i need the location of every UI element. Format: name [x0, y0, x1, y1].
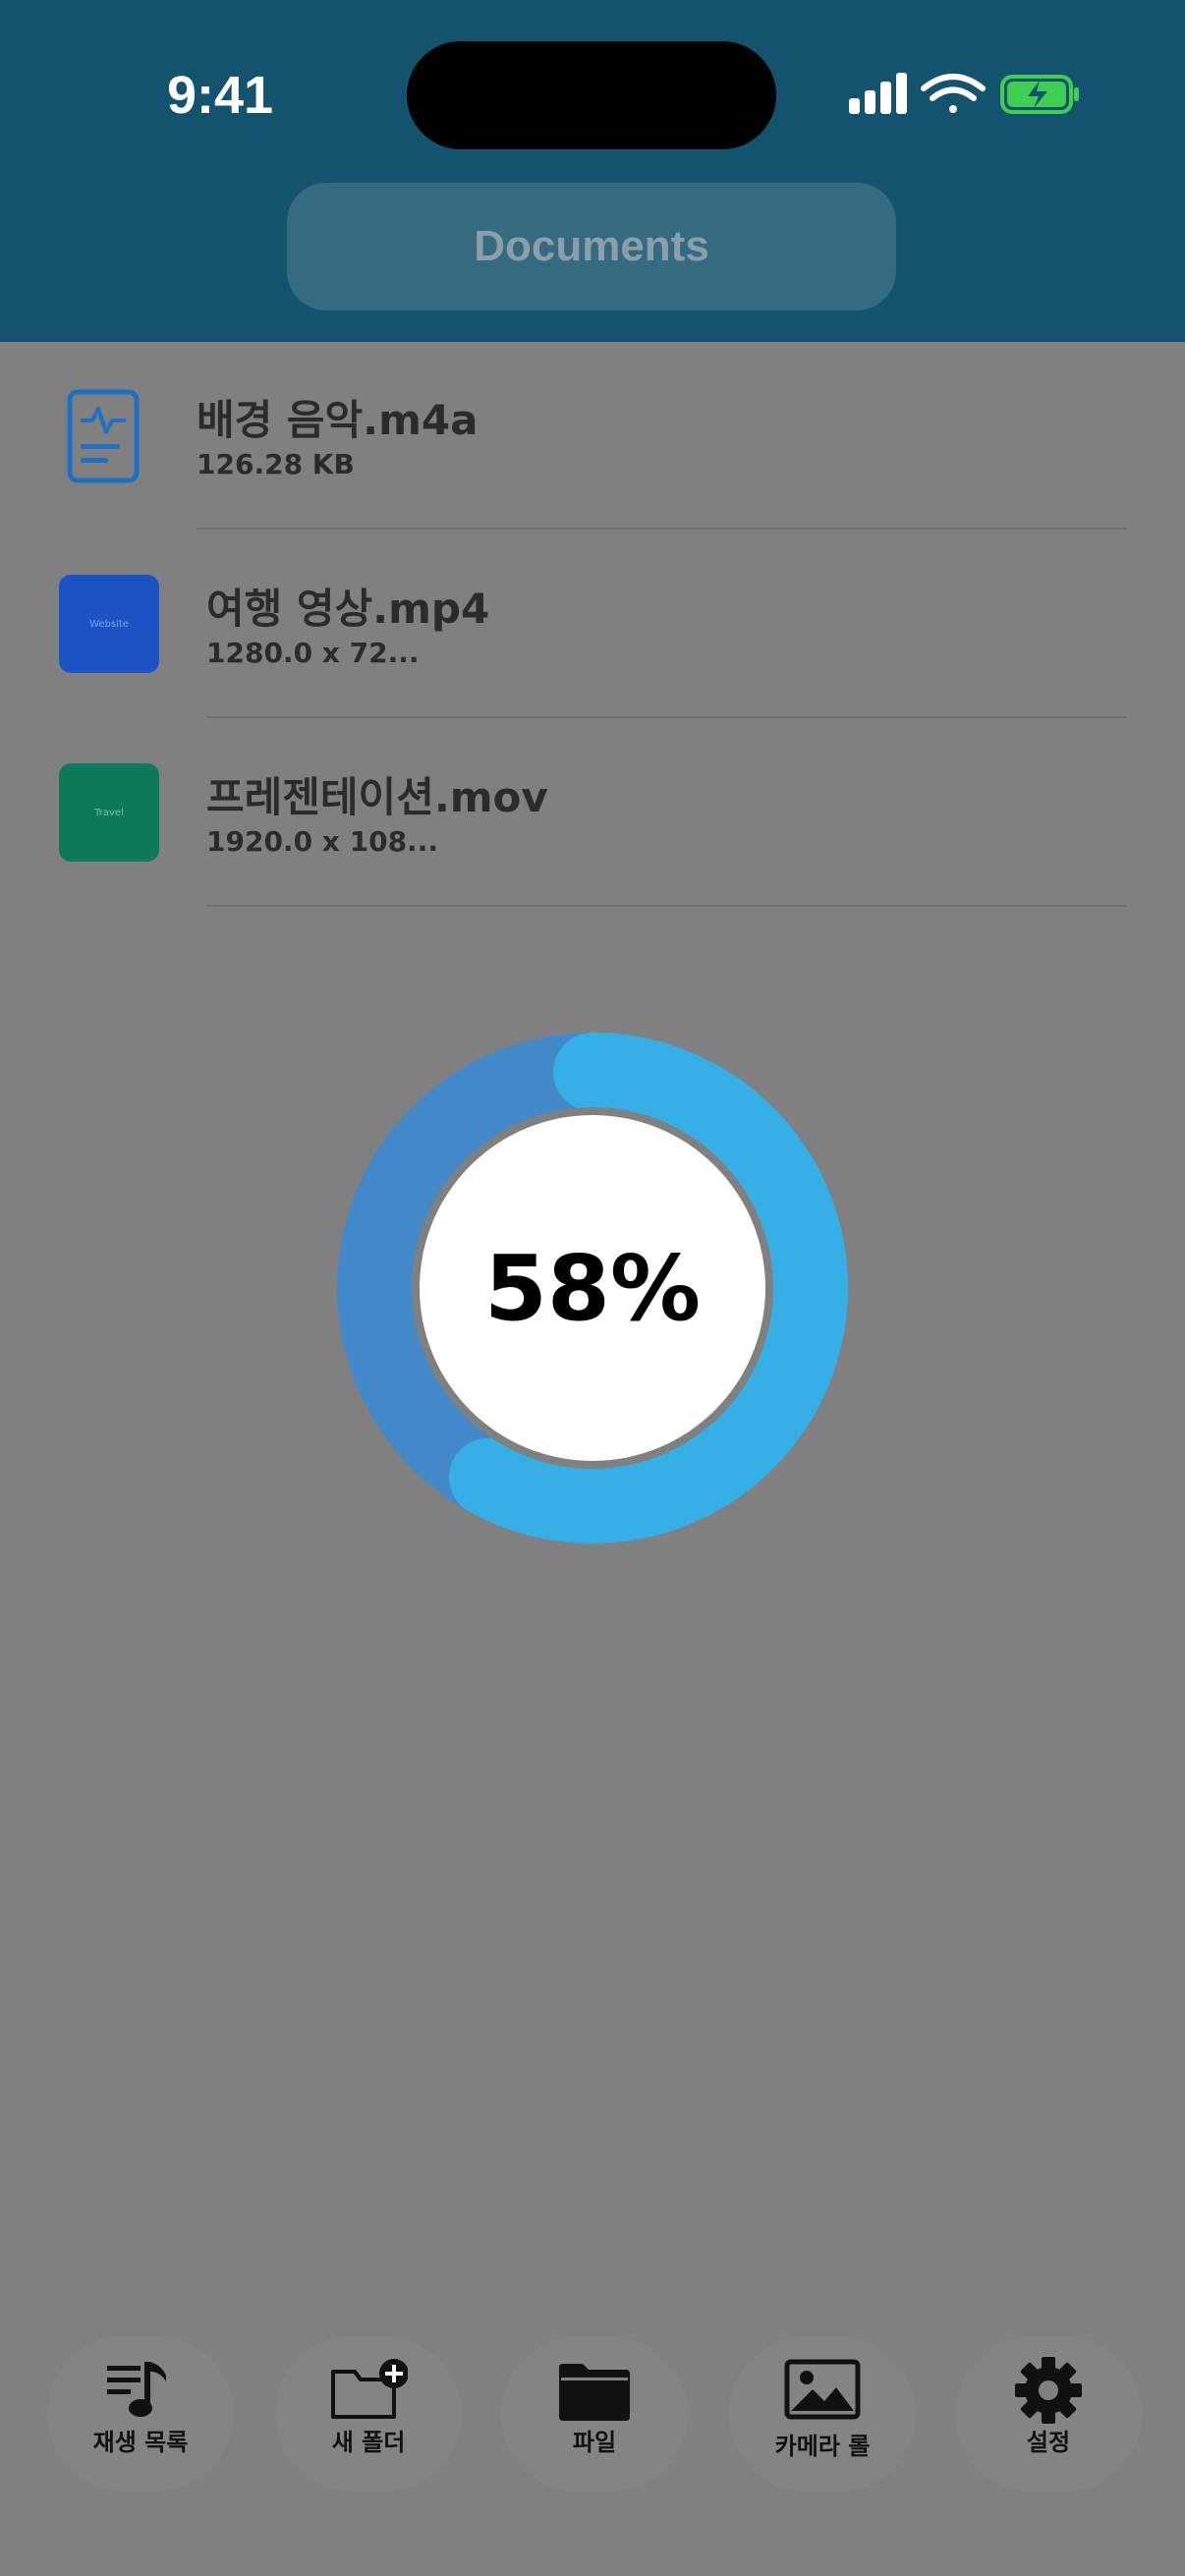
progress-label: 58%	[483, 1235, 702, 1341]
battery-charging-icon	[1000, 75, 1079, 114]
divider	[197, 528, 1126, 530]
divider	[206, 905, 1126, 907]
tab-label: 새 폴더	[331, 2429, 406, 2456]
photo-icon	[784, 2359, 861, 2420]
signal-icon	[849, 73, 907, 114]
file-name: 배경 음악.m4a	[197, 396, 479, 444]
video-thumbnail: Website	[59, 575, 159, 673]
dynamic-island	[407, 41, 776, 149]
file-name: 여행 영상.mp4	[206, 585, 490, 633]
thumbnail-text: Travel	[94, 807, 124, 818]
file-row-audio[interactable]: 배경 음악.m4a 126.28 KB	[0, 342, 1185, 530]
file-size: 126.28 KB	[197, 448, 355, 480]
page-title: Documents	[474, 222, 709, 270]
status-icons	[849, 73, 1079, 114]
status-time: 9:41	[167, 66, 274, 125]
divider	[206, 716, 1126, 718]
file-resolution: 1920.0 x 108...	[206, 825, 438, 858]
folder-icon	[559, 2364, 630, 2421]
tab-label: 파일	[572, 2429, 617, 2456]
file-row-presentation[interactable]: Travel 프레젠테이션.mov 1920.0 x 108...	[0, 719, 1185, 907]
file-resolution: 1280.0 x 72...	[206, 637, 420, 669]
tab-new-folder[interactable]: 새 폴더	[275, 2336, 462, 2492]
video-thumbnail: Travel	[59, 763, 159, 862]
audio-file-icon	[67, 389, 140, 483]
tab-label: 카메라 롤	[774, 2433, 871, 2460]
thumbnail-text: Website	[89, 618, 129, 630]
header: 9:41 Documents	[0, 0, 1185, 342]
gear-icon	[1015, 2357, 1082, 2424]
wifi-icon	[921, 74, 986, 113]
tab-settings[interactable]: 설정	[955, 2336, 1142, 2492]
tab-camera-roll[interactable]: 카메라 롤	[729, 2336, 916, 2492]
new-folder-icon	[331, 2359, 408, 2419]
tab-label: 재생 목록	[92, 2429, 189, 2456]
playlist-icon	[107, 2362, 166, 2417]
file-row-video[interactable]: Website 여행 영상.mp4 1280.0 x 72...	[0, 531, 1185, 718]
file-name: 프레젠테이션.mov	[206, 773, 548, 821]
tab-files[interactable]: 파일	[501, 2336, 688, 2492]
tab-playlist[interactable]: 재생 목록	[47, 2336, 234, 2492]
tab-label: 설정	[1026, 2429, 1071, 2456]
title-pill[interactable]: Documents	[287, 183, 896, 310]
